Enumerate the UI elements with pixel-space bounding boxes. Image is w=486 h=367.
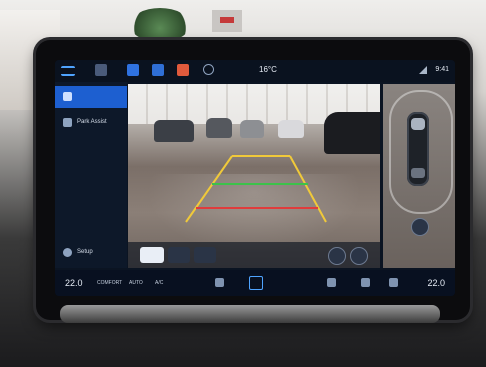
app-icon[interactable] xyxy=(177,64,189,76)
background-sign xyxy=(212,10,242,32)
rear-camera-view xyxy=(128,84,380,268)
camera-toolbar xyxy=(128,242,380,268)
driver-temp-value: 22.0 xyxy=(65,278,83,288)
guideline-left-far xyxy=(185,155,233,223)
park-assist-icon xyxy=(63,118,72,127)
parking-guidelines xyxy=(185,155,327,223)
side-view-button[interactable] xyxy=(194,247,216,263)
rear-view-button[interactable] xyxy=(140,247,164,263)
camera-sidebar: Park Assist Setup xyxy=(55,82,127,268)
sidebar-item-park-assist[interactable]: Park Assist xyxy=(55,112,127,134)
fan-icon[interactable] xyxy=(327,278,336,287)
sidebar-item-label: Setup xyxy=(77,249,93,255)
clock: 9:41 xyxy=(435,66,449,73)
sidebar-item-label: Park Assist xyxy=(77,119,107,125)
navigation-icon[interactable] xyxy=(127,64,139,76)
ac-button[interactable]: A/C xyxy=(155,280,163,286)
outside-temperature: 16°C xyxy=(259,65,277,74)
seat-heat-icon[interactable] xyxy=(389,278,398,287)
background-plant xyxy=(130,8,190,42)
add-icon[interactable] xyxy=(203,64,214,75)
zoom-button[interactable] xyxy=(328,247,346,265)
climate-bar: 22.0 COMFORT AUTO A/C 22.0 xyxy=(55,270,455,296)
dash-chrome-strip xyxy=(60,305,440,323)
infotainment-screen: 16°C 9:41 Park Assist Setup 22.0 COMFORT… xyxy=(55,60,455,296)
menu-icon[interactable] xyxy=(61,66,75,76)
camera-app-icon[interactable] xyxy=(95,64,107,76)
top-status-bar: 16°C 9:41 xyxy=(55,60,455,82)
passenger-temperature[interactable]: 22.0 xyxy=(427,278,445,288)
signal-icon xyxy=(419,66,427,74)
rotate-button[interactable] xyxy=(350,247,368,265)
settings-icon xyxy=(63,248,72,257)
parking-icon xyxy=(63,92,72,101)
passenger-temp-value: 22.0 xyxy=(427,278,445,288)
driver-temperature[interactable]: 22.0 xyxy=(65,278,83,288)
defrost-icon[interactable] xyxy=(361,278,370,287)
sidebar-item-setup[interactable]: Setup xyxy=(55,242,127,264)
home-icon[interactable] xyxy=(249,276,263,290)
auto-button[interactable]: AUTO xyxy=(129,280,143,286)
guideline-right-far xyxy=(289,155,327,223)
vehicle-top-icon xyxy=(407,112,429,186)
climate-mode[interactable]: COMFORT xyxy=(97,280,122,286)
music-icon[interactable] xyxy=(152,64,164,76)
seat-heat-icon[interactable] xyxy=(215,278,224,287)
front-view-button[interactable] xyxy=(168,247,190,263)
view-toggle-button[interactable] xyxy=(411,218,429,236)
sidebar-item-parking[interactable] xyxy=(55,86,127,108)
birds-eye-view xyxy=(383,84,455,268)
